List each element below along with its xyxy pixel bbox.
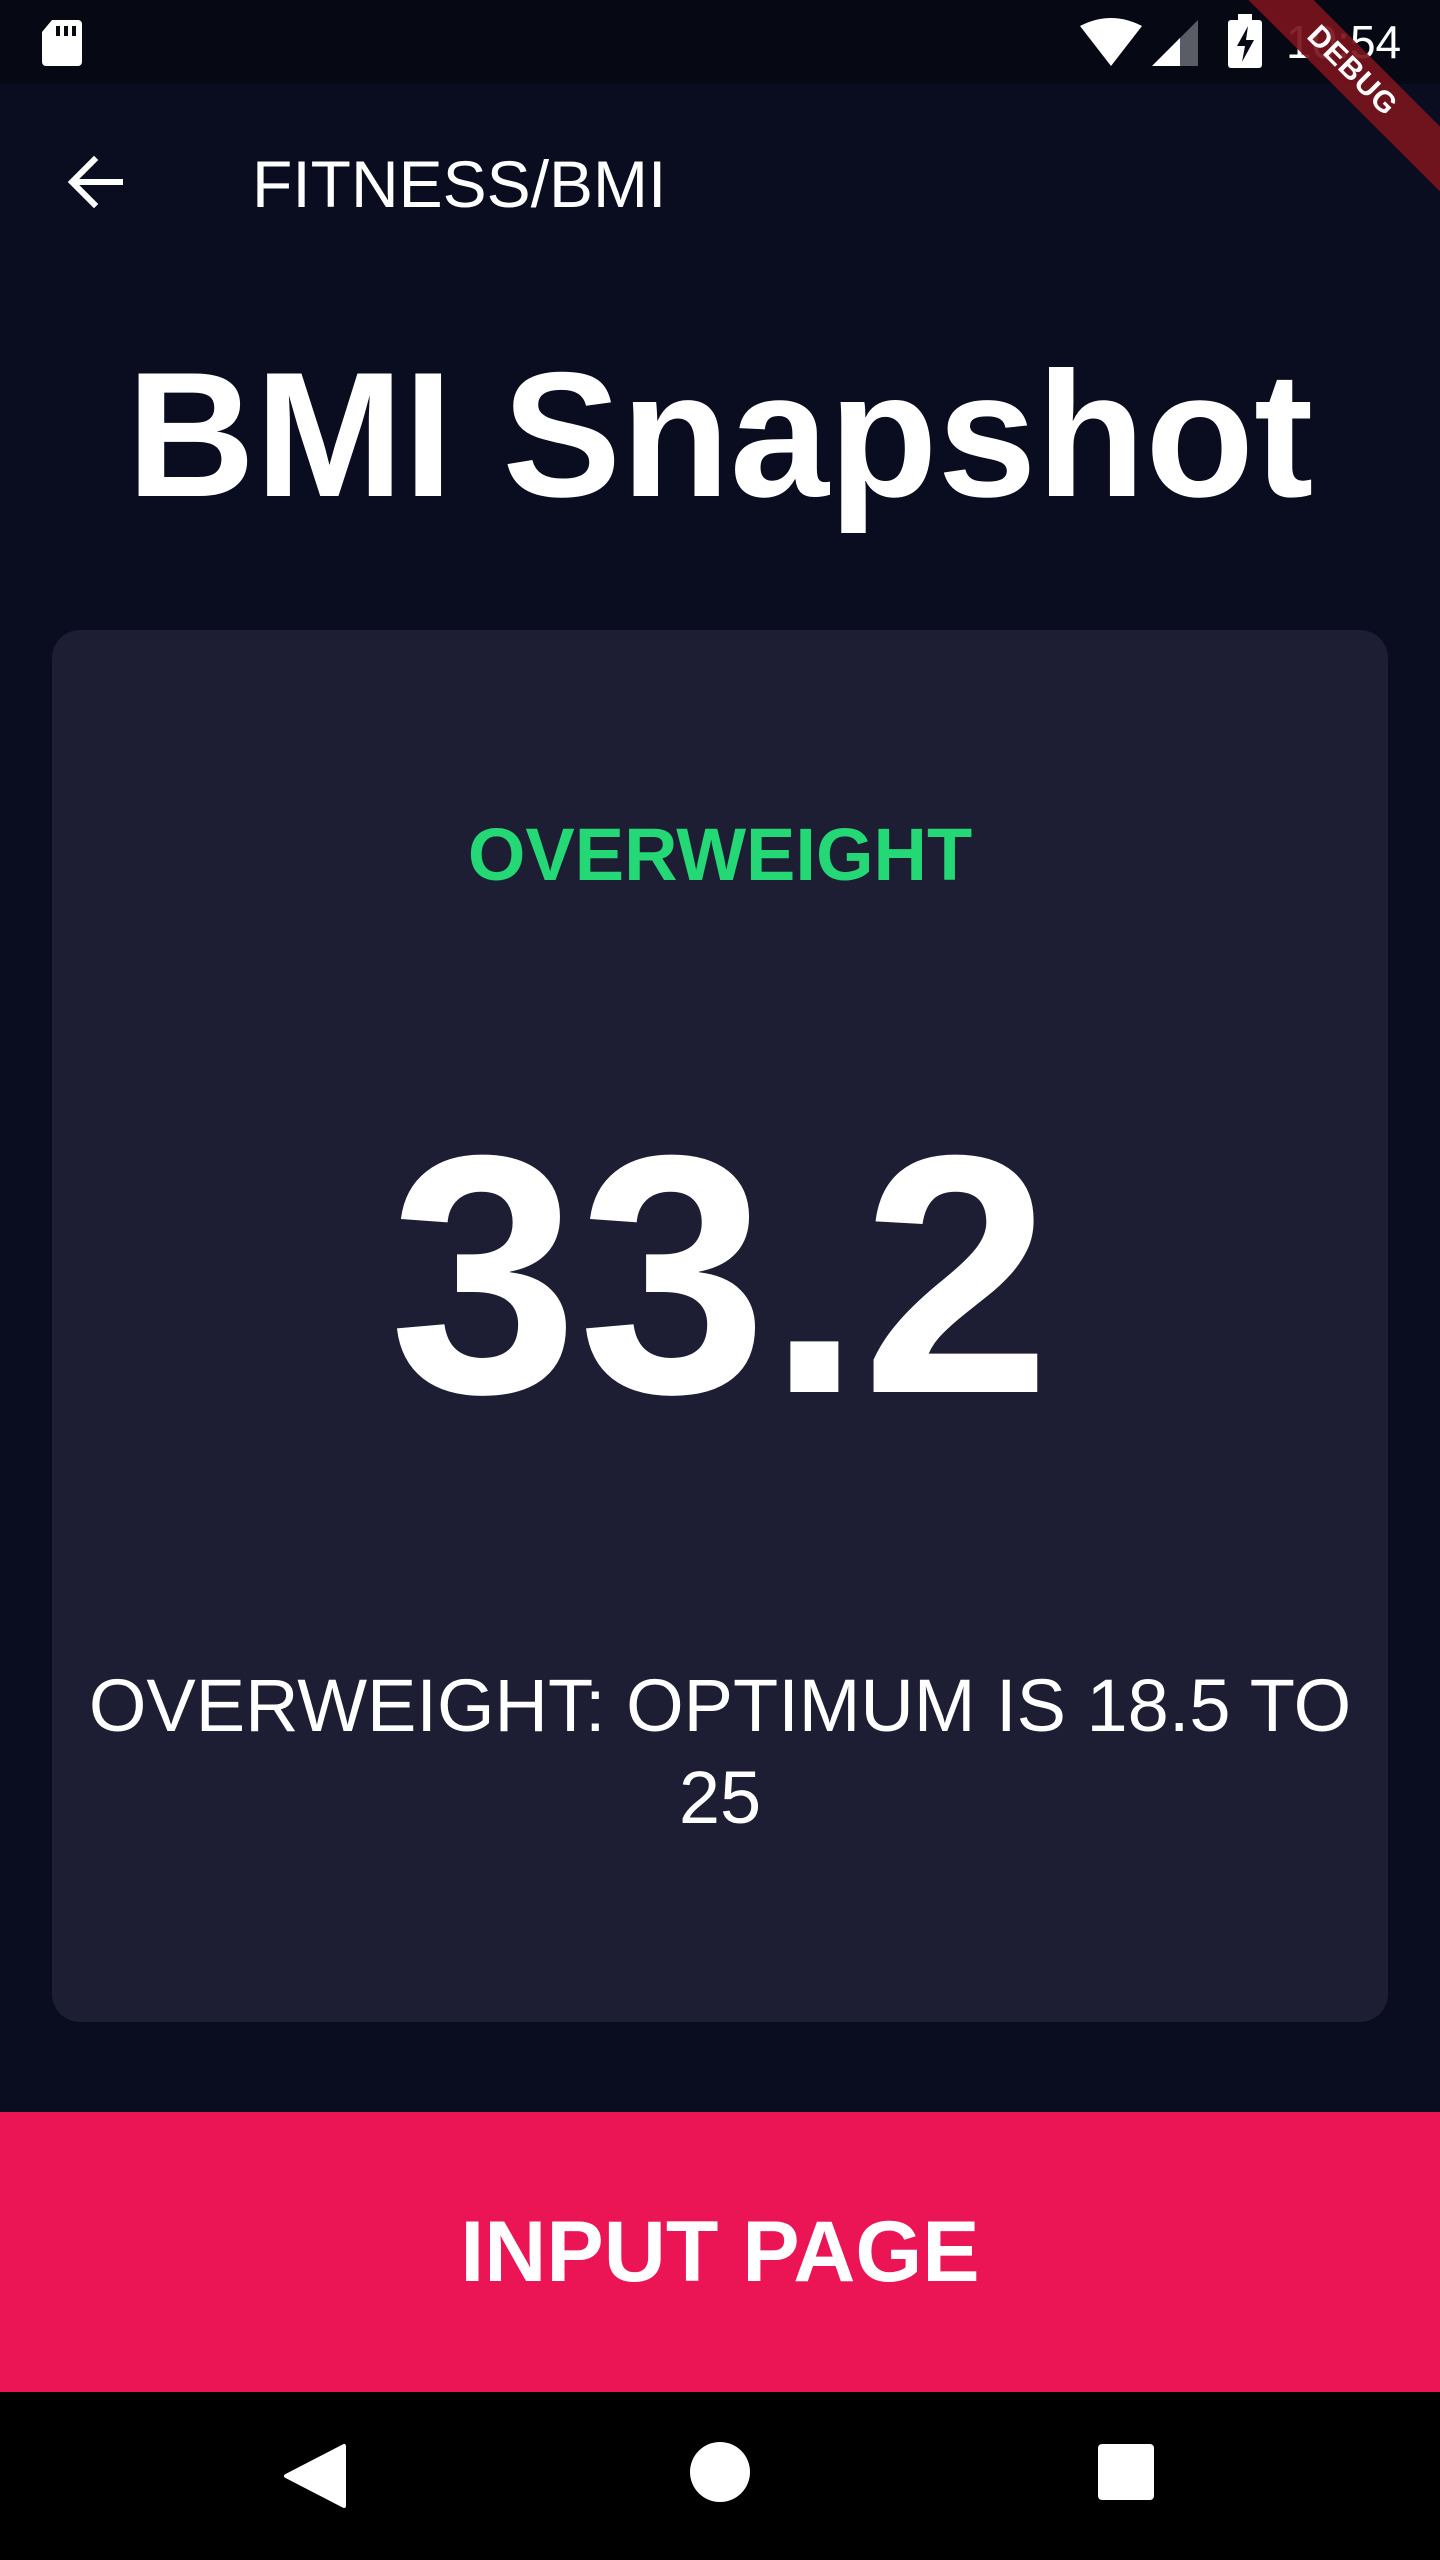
bmi-value: 33.2 — [389, 1085, 1051, 1465]
status-time: 10:54 — [1286, 16, 1402, 68]
arrow-back-icon — [67, 155, 123, 209]
input-page-button-label: INPUT PAGE — [460, 2203, 980, 2300]
result-status-label: OVERWEIGHT — [467, 813, 973, 896]
back-button[interactable] — [40, 126, 152, 238]
nav-home-icon[interactable] — [690, 2442, 750, 2502]
page-title: BMI Snapshot — [126, 335, 1314, 534]
nav-recents-icon[interactable] — [1098, 2444, 1154, 2500]
sd-card-icon — [42, 20, 82, 66]
wifi-icon — [1080, 18, 1142, 66]
system-nav-bar — [0, 2392, 1440, 2560]
nav-back-icon[interactable] — [282, 2442, 348, 2510]
cell-signal-icon — [1152, 20, 1198, 66]
input-page-button[interactable]: INPUT PAGE — [0, 2112, 1440, 2392]
battery-charging-icon — [1228, 14, 1262, 68]
status-bar: 10:54 — [0, 0, 1440, 84]
result-card: OVERWEIGHT 33.2 OVERWEIGHT: OPTIMUM IS 1… — [52, 630, 1388, 2022]
app-bar-title: FITNESS/BMI — [252, 147, 667, 221]
app-bar: FITNESS/BMI — [0, 84, 1440, 280]
result-message: OVERWEIGHT: OPTIMUM IS 18.5 TO 25 — [88, 1664, 1352, 1839]
